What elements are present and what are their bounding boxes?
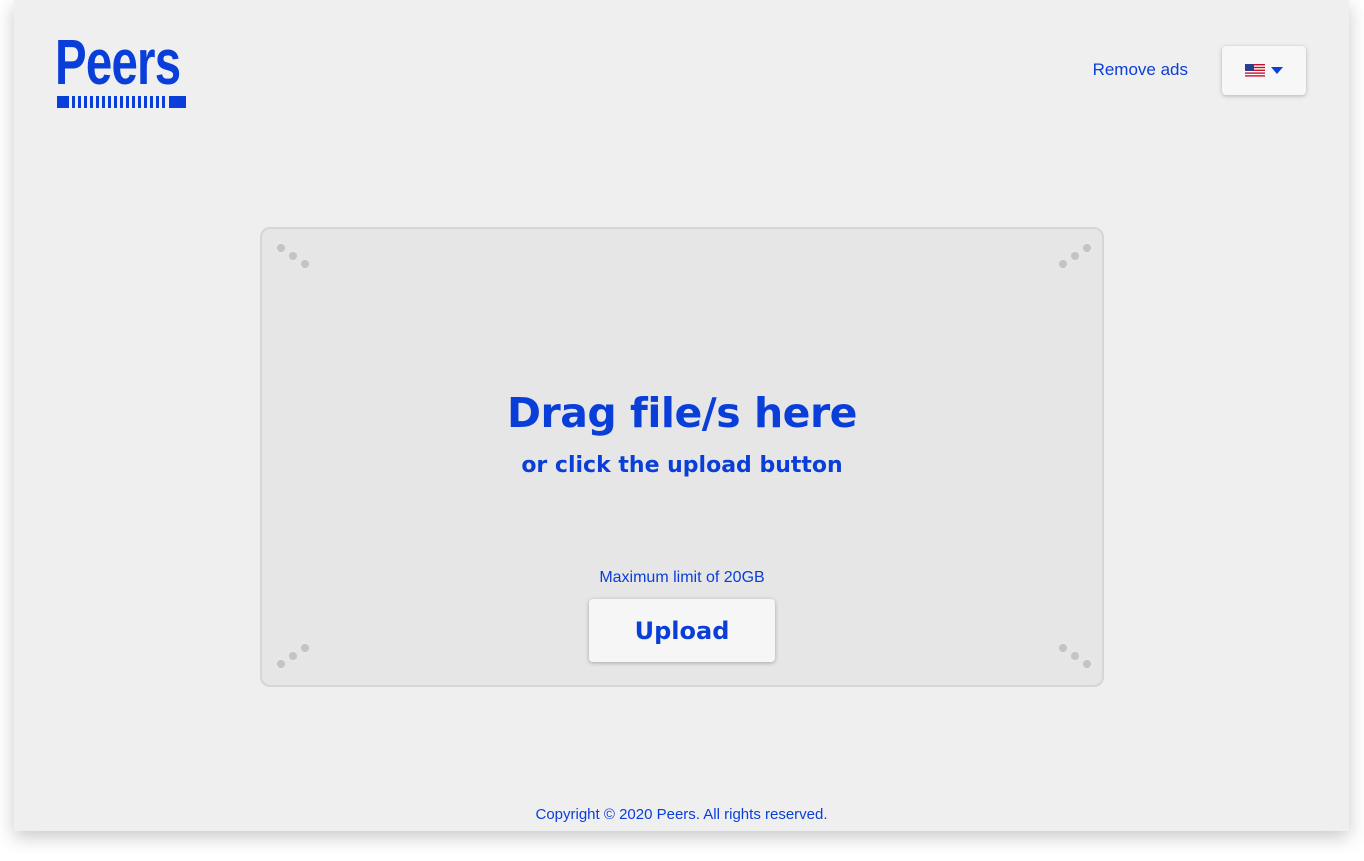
dropzone-title: Drag file/s here [507, 389, 857, 437]
logo-barcode-icon [57, 96, 186, 108]
copyright-text: Copyright © 2020 Peers. All rights reser… [535, 806, 828, 823]
remove-ads-link[interactable]: Remove ads [1093, 60, 1188, 80]
peers-logo[interactable]: Peers [55, 26, 187, 110]
caret-down-icon [1271, 67, 1283, 74]
upload-button[interactable]: Upload [589, 599, 775, 662]
app-window: Peers Remove ads Drag file/s here or cli… [14, 0, 1349, 831]
dropzone-subtitle: or click the upload button [521, 453, 843, 478]
corner-dots-icon [277, 244, 309, 268]
corner-dots-icon [1059, 644, 1091, 668]
us-flag-icon [1245, 64, 1265, 77]
corner-dots-icon [1059, 244, 1091, 268]
file-dropzone[interactable]: Drag file/s here or click the upload but… [260, 227, 1104, 687]
language-selector-button[interactable] [1222, 46, 1306, 95]
logo-wordmark: Peers [55, 26, 181, 98]
corner-dots-icon [277, 644, 309, 668]
upload-limit-text: Maximum limit of 20GB [599, 569, 765, 586]
